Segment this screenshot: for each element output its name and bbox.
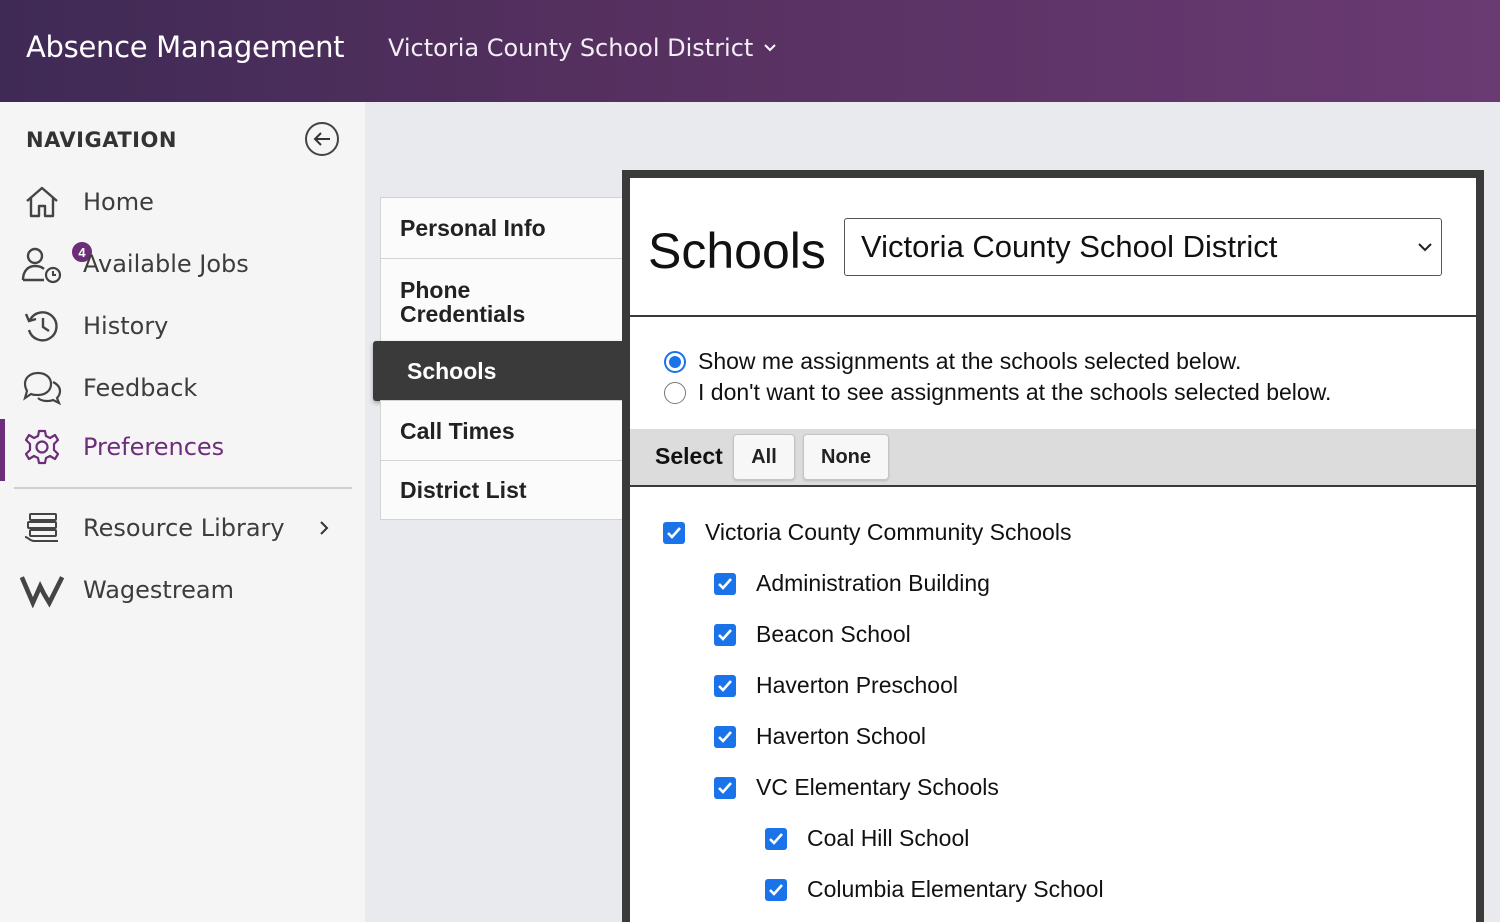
district-switcher[interactable]: Victoria County School District	[388, 34, 777, 62]
checkbox-checked[interactable]	[765, 878, 787, 901]
checkmark-icon	[718, 577, 732, 590]
school-checkbox-row[interactable]: Victoria County Community Schools	[663, 519, 1071, 546]
schools-panel: Schools Victoria County School District …	[622, 170, 1484, 922]
school-checkbox-row[interactable]: Haverton Preschool	[714, 672, 958, 699]
page-title: Schools	[648, 223, 826, 279]
sidebar-item-preferences[interactable]: Preferences	[0, 419, 365, 481]
school-checkbox-row[interactable]: Coal Hill School	[765, 825, 969, 852]
book-stack-icon	[20, 506, 64, 550]
sidebar-item-label: Available Jobs	[83, 250, 249, 278]
chevron-down-icon	[1418, 243, 1432, 252]
select-label: Select	[655, 443, 723, 469]
checkbox-checked[interactable]	[714, 623, 736, 646]
school-name: Victoria County Community Schools	[705, 519, 1072, 545]
checkbox-checked[interactable]	[714, 674, 736, 697]
sidebar-item-label: History	[83, 312, 169, 340]
chat-bubbles-icon	[20, 366, 64, 410]
school-checkbox-row[interactable]: Administration Building	[714, 570, 990, 597]
school-name: Haverton School	[756, 723, 927, 749]
tab-personal-info[interactable]: Personal Info	[380, 197, 622, 259]
checkmark-icon	[718, 679, 732, 692]
select-toolbar: Select All None	[630, 429, 1476, 487]
school-name: Haverton Preschool	[756, 672, 958, 698]
tab-call-times[interactable]: Call Times	[380, 400, 622, 462]
sidebar-item-available-jobs[interactable]: 4 Available Jobs	[0, 236, 365, 292]
select-none-button[interactable]: None	[803, 434, 889, 480]
sidebar-item-resource-library[interactable]: Resource Library	[0, 500, 365, 556]
tab-label: Personal Info	[400, 214, 546, 241]
sidebar-item-home[interactable]: Home	[0, 174, 365, 230]
tab-label: District List	[400, 476, 527, 503]
sidebar-item-wagestream[interactable]: Wagestream	[0, 562, 365, 618]
radio-hide-assignments[interactable]: I don't want to see assignments at the s…	[664, 379, 1331, 406]
tab-label: Phone Credentials	[400, 277, 526, 327]
select-all-button[interactable]: All	[733, 434, 795, 480]
tab-label: Schools	[407, 357, 497, 384]
sidebar-item-feedback[interactable]: Feedback	[0, 360, 365, 416]
school-name: Beacon School	[756, 621, 911, 647]
checkbox-checked[interactable]	[714, 572, 736, 595]
sidebar: NAVIGATION Home 4 Available Jobs History…	[0, 102, 365, 922]
school-checkbox-row[interactable]: Columbia Elementary School	[765, 876, 1104, 903]
history-icon	[20, 304, 64, 348]
radio-button-selected[interactable]	[664, 350, 686, 373]
school-name: VC Elementary Schools	[756, 774, 999, 800]
radio-button[interactable]	[664, 381, 686, 404]
radio-label: Show me assignments at the schools selec…	[698, 348, 1242, 374]
checkbox-checked[interactable]	[714, 776, 736, 799]
checkmark-icon	[769, 832, 783, 845]
checkmark-icon	[769, 883, 783, 896]
school-checkbox-row[interactable]: VC Elementary Schools	[714, 774, 999, 801]
sidebar-item-label: Preferences	[83, 433, 225, 461]
tab-district-list[interactable]: District List	[380, 460, 622, 520]
sidebar-item-history[interactable]: History	[0, 298, 365, 354]
checkbox-checked[interactable]	[765, 827, 787, 850]
arrow-left-icon	[313, 132, 330, 146]
wagestream-logo-icon	[20, 568, 64, 612]
chevron-down-icon	[764, 44, 777, 52]
school-name: Administration Building	[756, 570, 990, 596]
sidebar-item-label: Wagestream	[83, 576, 235, 604]
collapse-sidebar-button[interactable]	[305, 122, 339, 156]
chevron-right-icon	[320, 521, 329, 535]
top-bar: Absence Management Victoria County Schoo…	[0, 0, 1500, 102]
sidebar-divider	[14, 487, 352, 489]
sidebar-item-label: Home	[83, 188, 154, 216]
checkmark-icon	[718, 730, 732, 743]
district-switcher-label: Victoria County School District	[388, 34, 754, 62]
tab-phone-credentials[interactable]: Phone Credentials	[380, 258, 622, 342]
district-select[interactable]: Victoria County School District	[844, 218, 1442, 276]
school-checkbox-row[interactable]: Haverton School	[714, 723, 926, 750]
navigation-heading: NAVIGATION	[26, 128, 177, 152]
checkbox-checked[interactable]	[714, 725, 736, 748]
user-clock-icon: 4	[20, 240, 94, 286]
home-icon	[20, 180, 64, 224]
gear-icon	[20, 425, 64, 469]
district-select-value: Victoria County School District	[861, 229, 1278, 264]
radio-label: I don't want to see assignments at the s…	[698, 379, 1332, 405]
checkmark-icon	[667, 526, 681, 539]
sidebar-item-label: Feedback	[83, 374, 198, 402]
tab-schools[interactable]: Schools	[373, 341, 622, 401]
school-name: Coal Hill School	[807, 825, 970, 851]
tab-label: Call Times	[400, 417, 515, 444]
checkmark-icon	[718, 781, 732, 794]
sidebar-item-label: Resource Library	[83, 514, 285, 542]
active-indicator	[0, 419, 5, 481]
checkbox-checked[interactable]	[663, 521, 685, 544]
app-title: Absence Management	[26, 30, 345, 64]
school-name: Columbia Elementary School	[807, 876, 1104, 902]
divider	[630, 315, 1476, 317]
radio-show-assignments[interactable]: Show me assignments at the schools selec…	[664, 348, 1241, 375]
checkmark-icon	[718, 628, 732, 641]
school-checkbox-row[interactable]: Beacon School	[714, 621, 911, 648]
